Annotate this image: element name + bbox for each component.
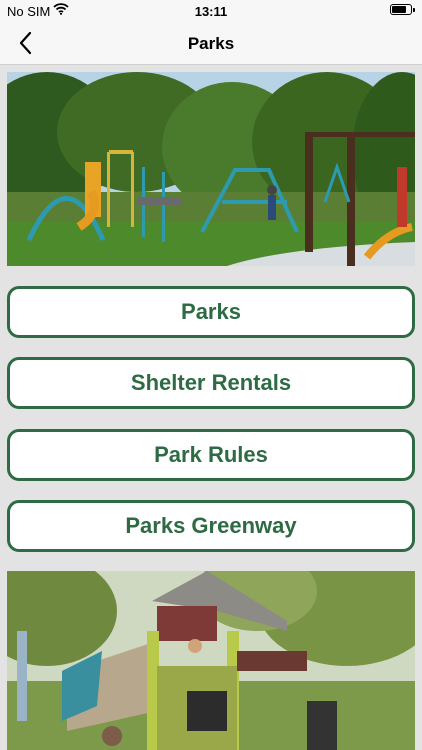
battery-icon: [390, 4, 415, 15]
parks-greenway-button[interactable]: Parks Greenway: [7, 500, 415, 552]
navigation-bar: Parks: [0, 22, 422, 65]
shelter-rentals-button[interactable]: Shelter Rentals: [7, 357, 415, 409]
status-bar: No SIM 13:11: [0, 0, 422, 22]
playground-photo: [7, 72, 415, 266]
battery-nub: [413, 8, 415, 12]
page-title: Parks: [187, 34, 235, 53]
park-rules-button[interactable]: Park Rules: [7, 429, 415, 481]
play-structure-photo: [7, 571, 415, 750]
battery-fill: [392, 6, 406, 13]
parks-button[interactable]: Parks: [7, 286, 415, 338]
status-time: 13:11: [194, 4, 228, 19]
